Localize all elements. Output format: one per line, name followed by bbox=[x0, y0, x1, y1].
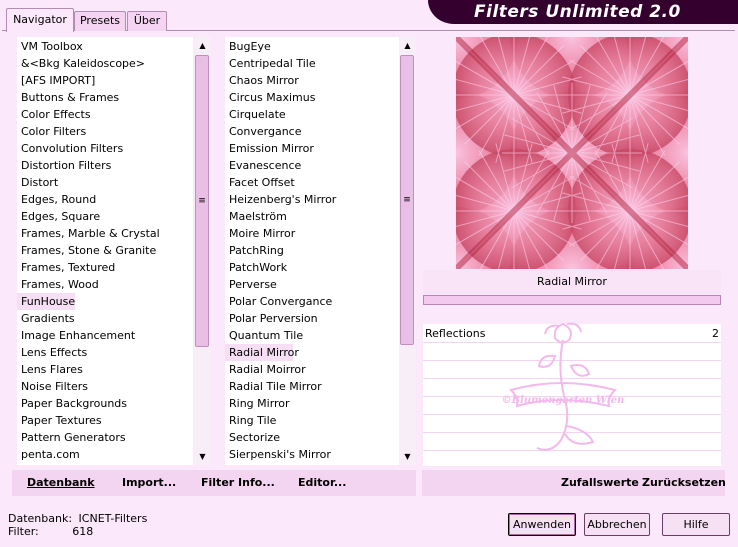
category-scrollbar[interactable]: ▲ ≡ ▼ bbox=[194, 37, 211, 465]
filter-item[interactable]: Cirquelate bbox=[225, 106, 286, 123]
filter-item[interactable]: Maelström bbox=[225, 208, 287, 225]
random-values-button[interactable]: Zufallswerte bbox=[561, 472, 639, 494]
preview-image[interactable] bbox=[456, 37, 688, 269]
help-button[interactable]: Hilfe bbox=[662, 513, 730, 536]
list-button-bar: Datenbank Import... Filter Info... Edito… bbox=[12, 470, 416, 496]
scroll-thumb[interactable]: ≡ bbox=[400, 55, 414, 345]
category-item[interactable]: VM Toolbox bbox=[17, 38, 83, 55]
category-item[interactable]: Lens Flares bbox=[17, 361, 83, 378]
category-item[interactable]: Paper Backgrounds bbox=[17, 395, 127, 412]
filter-item[interactable]: Emission Mirror bbox=[225, 140, 314, 157]
category-item[interactable]: Pattern Generators bbox=[17, 429, 126, 446]
category-item[interactable]: Gradients bbox=[17, 310, 75, 327]
import-button[interactable]: Import... bbox=[122, 472, 176, 494]
filter-item[interactable]: PatchWork bbox=[225, 259, 287, 276]
filter-item[interactable]: BugEye bbox=[225, 38, 271, 55]
filter-item[interactable]: Heizenberg's Mirror bbox=[225, 191, 336, 208]
filter-item[interactable]: Convergance bbox=[225, 123, 302, 140]
filter-item[interactable]: Chaos Mirror bbox=[225, 72, 299, 89]
tab-presets[interactable]: Presets bbox=[74, 11, 126, 31]
filter-list[interactable]: BugEye Centripedal Tile Chaos Mirror Circus… bbox=[225, 37, 399, 465]
filter-item[interactable]: PatchRing bbox=[225, 242, 284, 259]
filter-item[interactable]: Polar Perversion bbox=[225, 310, 318, 327]
parameter-value[interactable]: 2 bbox=[712, 326, 719, 342]
status-database: Datenbank: ICNET-Filters bbox=[8, 512, 148, 525]
scroll-up-icon[interactable]: ▲ bbox=[399, 37, 416, 54]
filter-item[interactable]: Ring Mirror bbox=[225, 395, 290, 412]
category-item[interactable]: Noise Filters bbox=[17, 378, 88, 395]
parameter-panel: ©Blumengarten Wien Reflections 2 bbox=[423, 322, 721, 466]
parameter-header-bar bbox=[423, 295, 721, 305]
filter-name-label: Radial Mirror bbox=[423, 270, 721, 294]
filter-item[interactable]: Radial Tile Mirror bbox=[225, 378, 322, 395]
reset-button[interactable]: Zurücksetzen bbox=[642, 472, 726, 494]
database-button[interactable]: Datenbank bbox=[27, 472, 95, 494]
grip-icon: ≡ bbox=[403, 195, 411, 205]
category-item[interactable]: Image Enhancement bbox=[17, 327, 135, 344]
scroll-down-icon[interactable]: ▼ bbox=[399, 448, 416, 465]
category-item[interactable]: Edges, Square bbox=[17, 208, 100, 225]
tab-about[interactable]: Über bbox=[127, 11, 167, 31]
filter-item[interactable]: Facet Offset bbox=[225, 174, 295, 191]
filter-item[interactable]: Radial Moirror bbox=[225, 361, 306, 378]
filter-item[interactable]: Sectorize bbox=[225, 429, 280, 446]
filter-item[interactable]: Evanescence bbox=[225, 157, 301, 174]
category-item[interactable]: Frames, Wood bbox=[17, 276, 99, 293]
category-item[interactable]: Distortion Filters bbox=[17, 157, 111, 174]
category-item[interactable]: Paper Textures bbox=[17, 412, 102, 429]
parameter-name: Reflections bbox=[425, 327, 486, 340]
category-item[interactable]: &<Bkg Kaleidoscope> bbox=[17, 55, 145, 72]
category-item[interactable]: Frames, Stone & Granite bbox=[17, 242, 156, 259]
filter-info-button[interactable]: Filter Info... bbox=[201, 472, 275, 494]
parameter-button-bar: Zufallswerte Zurücksetzen bbox=[422, 470, 726, 496]
category-item[interactable]: Frames, Marble & Crystal bbox=[17, 225, 160, 242]
category-item[interactable]: [AFS IMPORT] bbox=[17, 72, 95, 89]
filter-item[interactable]: Polar Convergance bbox=[225, 293, 332, 310]
preview-pattern bbox=[456, 37, 688, 269]
watermark-logo: ©Blumengarten Wien bbox=[502, 322, 625, 451]
scroll-down-icon[interactable]: ▼ bbox=[194, 448, 211, 465]
category-item[interactable]: FunHouse bbox=[17, 293, 75, 310]
filter-item[interactable]: Perverse bbox=[225, 276, 277, 293]
scroll-up-icon[interactable]: ▲ bbox=[194, 37, 211, 54]
filter-item[interactable]: Radial Mirror bbox=[225, 344, 299, 361]
filter-item[interactable]: Sierpenski's Mirror bbox=[225, 446, 331, 463]
apply-button[interactable]: Anwenden bbox=[508, 513, 576, 536]
editor-button[interactable]: Editor... bbox=[298, 472, 346, 494]
category-item[interactable]: Color Filters bbox=[17, 123, 86, 140]
category-item[interactable]: Edges, Round bbox=[17, 191, 96, 208]
filter-item[interactable]: Quantum Tile bbox=[225, 327, 303, 344]
filter-item[interactable]: Circus Maximus bbox=[225, 89, 315, 106]
category-list[interactable]: VM Toolbox &<Bkg Kaleidoscope> [AFS IMPORT… bbox=[17, 37, 193, 465]
filter-item[interactable]: Ring Tile bbox=[225, 412, 276, 429]
filter-scrollbar[interactable]: ▲ ≡ ▼ bbox=[399, 37, 416, 465]
category-item[interactable]: Frames, Textured bbox=[17, 259, 115, 276]
filter-item[interactable]: Moire Mirror bbox=[225, 225, 295, 242]
status-filter-count: Filter: 618 bbox=[8, 525, 94, 538]
category-item[interactable]: Color Effects bbox=[17, 106, 91, 123]
cancel-button[interactable]: Abbrechen bbox=[584, 513, 650, 536]
filter-item[interactable]: Centripedal Tile bbox=[225, 55, 316, 72]
app-title: Filters Unlimited 2.0 bbox=[474, 2, 681, 22]
category-item[interactable]: Distort bbox=[17, 174, 58, 191]
watermark-text: ©Blumengarten Wien bbox=[502, 395, 625, 406]
category-item[interactable]: Buttons & Frames bbox=[17, 89, 119, 106]
category-item[interactable]: Convolution Filters bbox=[17, 140, 123, 157]
category-item[interactable]: Lens Effects bbox=[17, 344, 87, 361]
tab-navigator[interactable]: Navigator bbox=[6, 8, 74, 32]
grip-icon: ≡ bbox=[198, 196, 206, 206]
category-item[interactable]: penta.com bbox=[17, 446, 80, 463]
scroll-thumb[interactable]: ≡ bbox=[195, 55, 209, 347]
